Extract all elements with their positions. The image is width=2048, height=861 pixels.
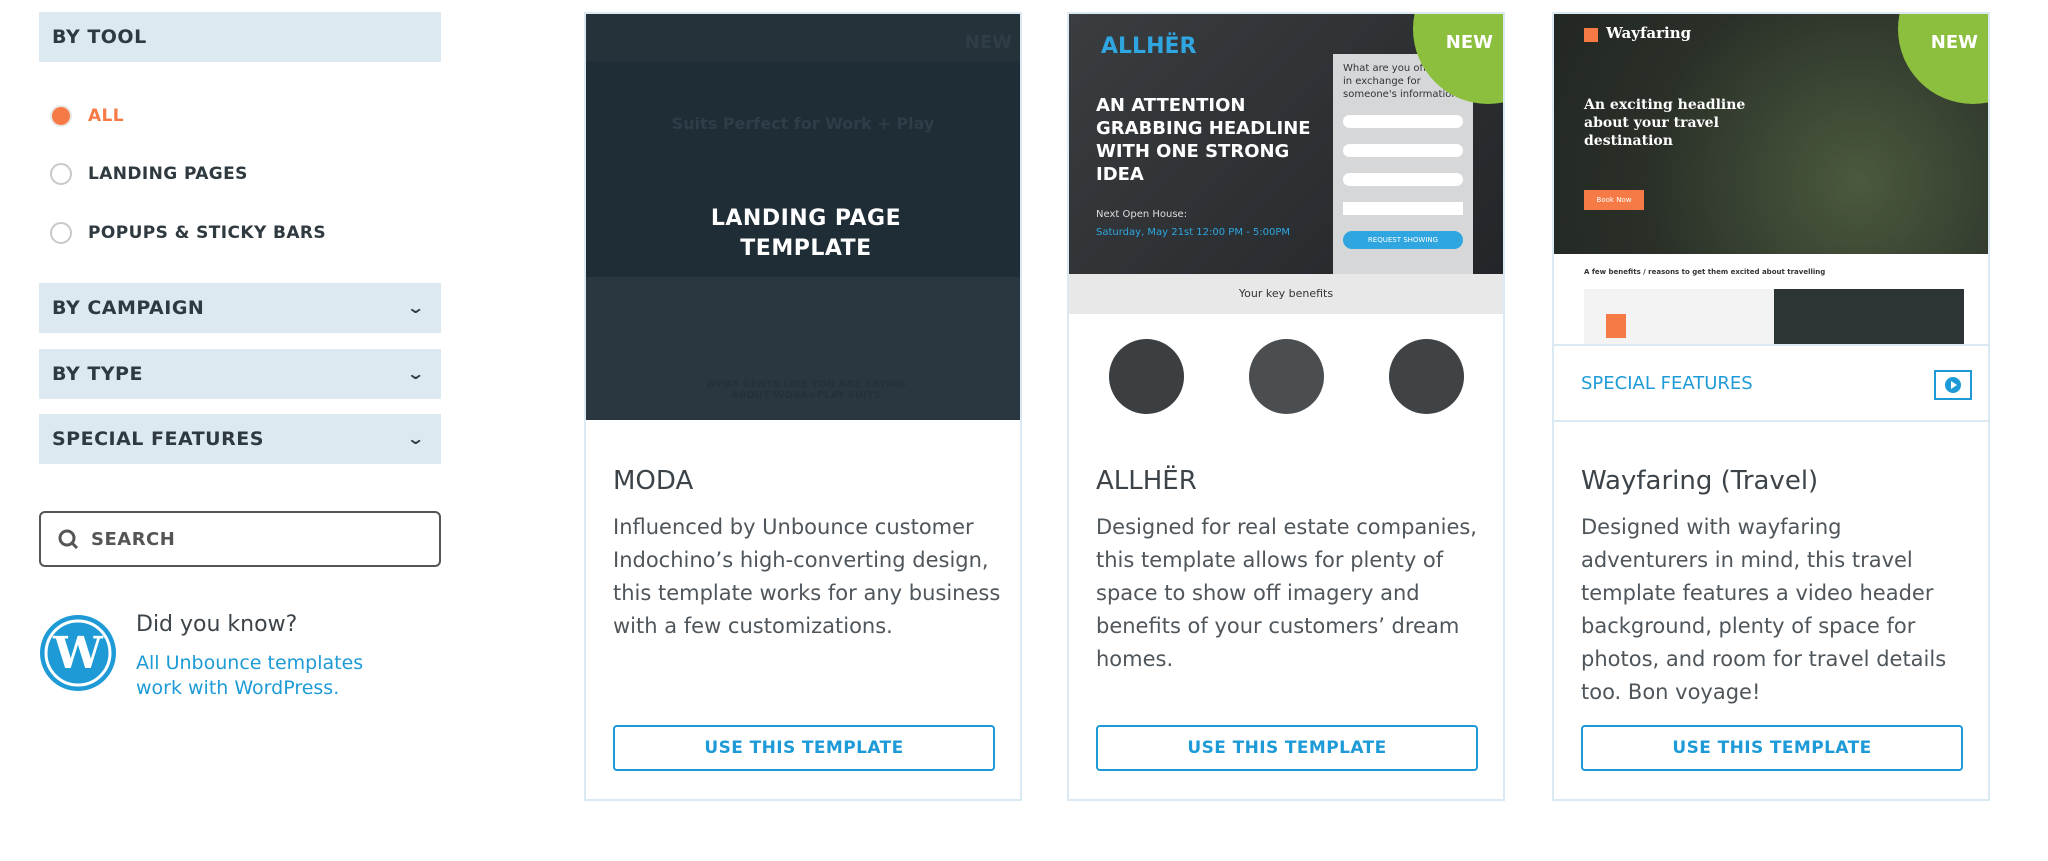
- preview-logo: ALLHËR: [1101, 34, 1197, 59]
- template-title: ALLHËR: [1096, 466, 1197, 496]
- preview-subheading: A few benefits / reasons to get them exc…: [1584, 268, 1826, 276]
- template-description: Designed with wayfaring adventurers in m…: [1581, 515, 1947, 704]
- template-card-allher: ALLHËR AN ATTENTION GRABBING HEADLINE WI…: [1067, 12, 1505, 801]
- template-description: Influenced by Unbounce customer Indochin…: [613, 515, 1001, 638]
- preview-date: Saturday, May 21st 12:00 PM - 5:00PM: [1096, 227, 1291, 238]
- preview-heading: Suits Perfect for Work + Play: [671, 114, 935, 133]
- search-placeholder: SEARCH: [91, 528, 176, 550]
- filter-by-type[interactable]: BY TYPE ⌄: [39, 349, 441, 399]
- new-badge: NEW: [964, 32, 1012, 53]
- template-preview[interactable]: Wayfaring An exciting headline about you…: [1554, 14, 1988, 344]
- filter-label: BY CAMPAIGN: [52, 297, 205, 319]
- link-line: work with WordPress.: [136, 677, 340, 699]
- radio-label: POPUPS & STICKY BARS: [88, 223, 327, 243]
- filter-special-features[interactable]: SPECIAL FEATURES ⌄: [39, 414, 441, 464]
- svg-text:W: W: [52, 628, 103, 679]
- use-template-button[interactable]: USE THIS TEMPLATE: [1581, 725, 1963, 771]
- preview-open-house: Next Open House:: [1096, 209, 1188, 220]
- use-template-button[interactable]: USE THIS TEMPLATE: [1096, 725, 1478, 771]
- filter-label: BY TYPE: [52, 363, 143, 385]
- radio-dot[interactable]: [50, 222, 72, 244]
- search-icon: [58, 529, 79, 550]
- template-card-moda: Suits Perfect for Work + Play LANDING PA…: [584, 12, 1022, 801]
- filter-by-tool-header: BY TOOL: [39, 12, 441, 62]
- template-title: Wayfaring (Travel): [1581, 466, 1819, 496]
- wordpress-info-link[interactable]: All Unbounce templates work with WordPres…: [136, 651, 363, 701]
- search-input[interactable]: SEARCH: [39, 511, 441, 567]
- chevron-down-icon: ⌄: [406, 429, 426, 448]
- preview-book-button: Book Now: [1584, 190, 1644, 210]
- template-title: MODA: [613, 466, 694, 496]
- special-features-row: SPECIAL FEATURES: [1554, 344, 1988, 422]
- preview-logo: Wayfaring: [1606, 24, 1692, 42]
- radio-landing-pages[interactable]: LANDING PAGES: [50, 159, 248, 189]
- preview-overlay-label: LANDING PAGE TEMPLATE: [710, 206, 902, 261]
- filter-by-campaign[interactable]: BY CAMPAIGN ⌄: [39, 283, 441, 333]
- play-video-icon[interactable]: [1934, 370, 1972, 400]
- radio-all[interactable]: ALL: [50, 101, 124, 131]
- radio-popups-sticky-bars[interactable]: POPUPS & STICKY BARS: [50, 218, 326, 248]
- chevron-down-icon: ⌄: [406, 298, 426, 317]
- preview-headline: AN ATTENTION GRABBING HEADLINE WITH ONE …: [1096, 95, 1311, 185]
- preview-form-button: REQUEST SHOWING: [1343, 231, 1463, 249]
- special-features-label: SPECIAL FEATURES: [1581, 373, 1753, 394]
- use-template-button[interactable]: USE THIS TEMPLATE: [613, 725, 995, 771]
- radio-dot[interactable]: [50, 163, 72, 185]
- template-description: Designed for real estate companies, this…: [1096, 515, 1477, 671]
- radio-label: ALL: [88, 106, 125, 126]
- template-card-wayfaring: Wayfaring An exciting headline about you…: [1552, 12, 1990, 801]
- link-line: All Unbounce templates: [136, 652, 364, 674]
- preview-headline: An exciting headline about your travel d…: [1584, 97, 1746, 149]
- radio-dot[interactable]: [50, 105, 72, 127]
- radio-label: LANDING PAGES: [88, 164, 248, 184]
- new-badge-label: NEW: [1930, 32, 1978, 53]
- template-preview[interactable]: Suits Perfect for Work + Play LANDING PA…: [586, 14, 1020, 420]
- new-badge-label: NEW: [1445, 32, 1493, 53]
- chevron-down-icon: ⌄: [406, 364, 426, 383]
- filter-label: SPECIAL FEATURES: [52, 428, 264, 450]
- template-preview[interactable]: ALLHËR AN ATTENTION GRABBING HEADLINE WI…: [1069, 14, 1503, 420]
- preview-footer: WHAT GENTS LIKE YOU ARE SAYING ABOUT WOR…: [706, 379, 906, 401]
- wordpress-logo-icon: W: [40, 615, 116, 691]
- preview-benefits: Your key benefits: [1069, 274, 1503, 314]
- did-you-know-heading: Did you know?: [136, 612, 298, 637]
